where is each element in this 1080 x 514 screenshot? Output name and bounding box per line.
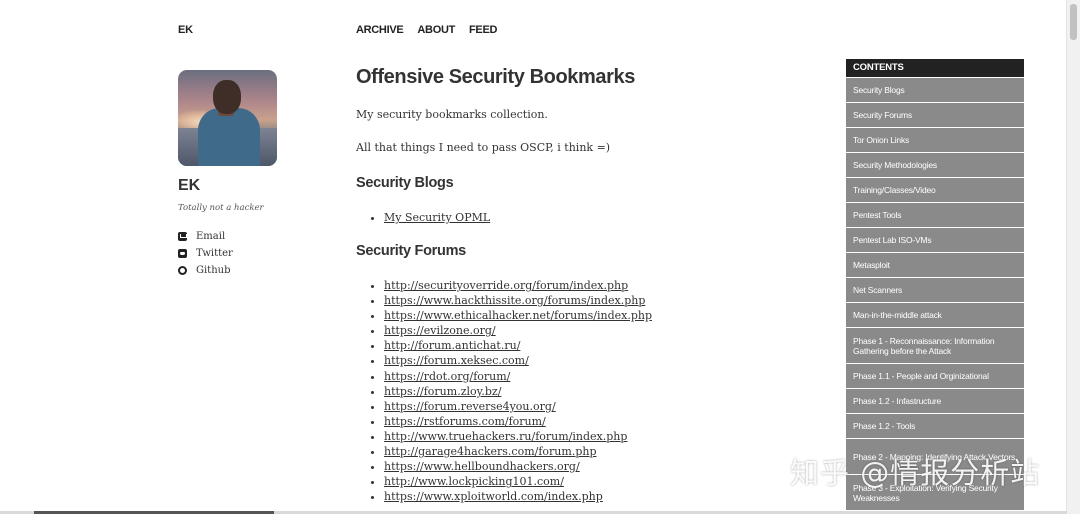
forum-link[interactable]: http://garage4hackers.com/forum.php — [384, 445, 596, 458]
list-item: http://garage4hackers.com/forum.php — [384, 444, 652, 459]
list-item: https://www.ethicalhacker.net/forums/ind… — [384, 308, 652, 323]
email-icon — [178, 232, 187, 241]
github-icon — [178, 266, 187, 275]
toc-item[interactable]: Phase 1.1 - People and Orginizational — [846, 364, 1024, 388]
list-item: My Security OPML — [384, 210, 490, 225]
list-item: http://securityoverride.org/forum/index.… — [384, 278, 652, 293]
nav-feed[interactable]: FEED — [469, 24, 497, 36]
list-item: https://www.xploitworld.com/index.php — [384, 489, 652, 504]
twitter-icon — [178, 249, 187, 258]
blogs-list: My Security OPML — [356, 210, 490, 225]
toc-item[interactable]: Security Methodologies — [846, 153, 1024, 177]
social-link-email[interactable]: Email — [178, 228, 233, 245]
page-title: Offensive Security Bookmarks — [356, 66, 635, 88]
avatar — [178, 70, 277, 166]
toc-item[interactable]: Pentest Tools — [846, 203, 1024, 227]
site-brand[interactable]: EK — [178, 24, 193, 36]
toc-item[interactable]: Phase 1 - Reconnaissance: Information Ga… — [846, 328, 1024, 363]
list-item: http://forum.antichat.ru/ — [384, 338, 652, 353]
toc-item[interactable]: Net Scanners — [846, 278, 1024, 302]
post-content: Offensive Security Bookmarks My security… — [356, 66, 816, 503]
contents-sidebar: CONTENTS Security Blogs Security Forums … — [846, 59, 1024, 510]
list-item: https://rdot.org/forum/ — [384, 369, 652, 384]
forum-link[interactable]: https://evilzone.org/ — [384, 324, 496, 337]
forum-link[interactable]: https://www.xploitworld.com/index.php — [384, 490, 603, 503]
forum-link[interactable]: https://rstforums.com/forum/ — [384, 415, 546, 428]
list-item: http://www.lockpicking101.com/ — [384, 474, 652, 489]
toc-item[interactable]: Tor Onion Links — [846, 128, 1024, 152]
social-links: Email Twitter Github — [178, 228, 233, 279]
toc-item[interactable]: Man-in-the-middle attack — [846, 303, 1024, 327]
social-link-twitter[interactable]: Twitter — [178, 245, 233, 262]
toc-item[interactable]: Training/Classes/Video — [846, 178, 1024, 202]
forum-link[interactable]: https://forum.reverse4you.org/ — [384, 400, 556, 413]
intro-text-2: All that things I need to pass OSCP, i t… — [356, 141, 611, 154]
toc-item[interactable]: Pentest Lab ISO-VMs — [846, 228, 1024, 252]
forum-link[interactable]: http://www.lockpicking101.com/ — [384, 475, 564, 488]
profile-name: EK — [178, 177, 201, 194]
social-label: Twitter — [196, 248, 233, 259]
forum-link[interactable]: http://securityoverride.org/forum/index.… — [384, 279, 628, 292]
forum-link[interactable]: https://rdot.org/forum/ — [384, 370, 510, 383]
nav-about[interactable]: ABOUT — [417, 24, 455, 36]
list-item: https://forum.xeksec.com/ — [384, 353, 652, 368]
toc-item[interactable]: Phase 1.2 - Tools — [846, 414, 1024, 438]
profile-tagline: Totally not a hacker — [178, 203, 264, 213]
social-label: Github — [196, 265, 231, 276]
toc-item[interactable]: Security Forums — [846, 103, 1024, 127]
section-heading-blogs: Security Blogs — [356, 175, 454, 191]
forum-link[interactable]: https://forum.xeksec.com/ — [384, 354, 529, 367]
forum-link[interactable]: https://www.hellboundhackers.org/ — [384, 460, 580, 473]
social-label: Email — [196, 231, 226, 242]
list-item: https://forum.zloy.bz/ — [384, 384, 652, 399]
list-item: https://forum.reverse4you.org/ — [384, 399, 652, 414]
scrollbar-thumb[interactable] — [1070, 4, 1077, 40]
toc-item[interactable]: Security Blogs — [846, 78, 1024, 102]
list-item: https://www.hellboundhackers.org/ — [384, 459, 652, 474]
watermark: 知乎 @情报分析站 — [790, 456, 1041, 490]
blog-link[interactable]: My Security OPML — [384, 211, 490, 224]
vertical-scrollbar[interactable] — [1066, 0, 1080, 514]
forum-link[interactable]: https://www.ethicalhacker.net/forums/ind… — [384, 309, 652, 322]
toc-item[interactable]: Phase 1.2 - Infastructure — [846, 389, 1024, 413]
list-item: https://evilzone.org/ — [384, 323, 652, 338]
section-heading-forums: Security Forums — [356, 243, 466, 259]
nav-archive[interactable]: ARCHIVE — [356, 24, 404, 36]
forum-link[interactable]: https://forum.zloy.bz/ — [384, 385, 501, 398]
list-item: https://rstforums.com/forum/ — [384, 414, 652, 429]
social-link-github[interactable]: Github — [178, 262, 233, 279]
list-item: http://www.truehackers.ru/forum/index.ph… — [384, 429, 652, 444]
list-item: https://www.hackthissite.org/forums/inde… — [384, 293, 652, 308]
forums-list: http://securityoverride.org/forum/index.… — [356, 278, 652, 504]
toc-item[interactable]: Metasploit — [846, 253, 1024, 277]
forum-link[interactable]: https://www.hackthissite.org/forums/inde… — [384, 294, 645, 307]
contents-title: CONTENTS — [846, 59, 1024, 77]
forum-link[interactable]: http://www.truehackers.ru/forum/index.ph… — [384, 430, 627, 443]
top-nav: ARCHIVE ABOUT FEED — [356, 24, 497, 36]
forum-link[interactable]: http://forum.antichat.ru/ — [384, 339, 520, 352]
intro-text: My security bookmarks collection. — [356, 108, 548, 121]
